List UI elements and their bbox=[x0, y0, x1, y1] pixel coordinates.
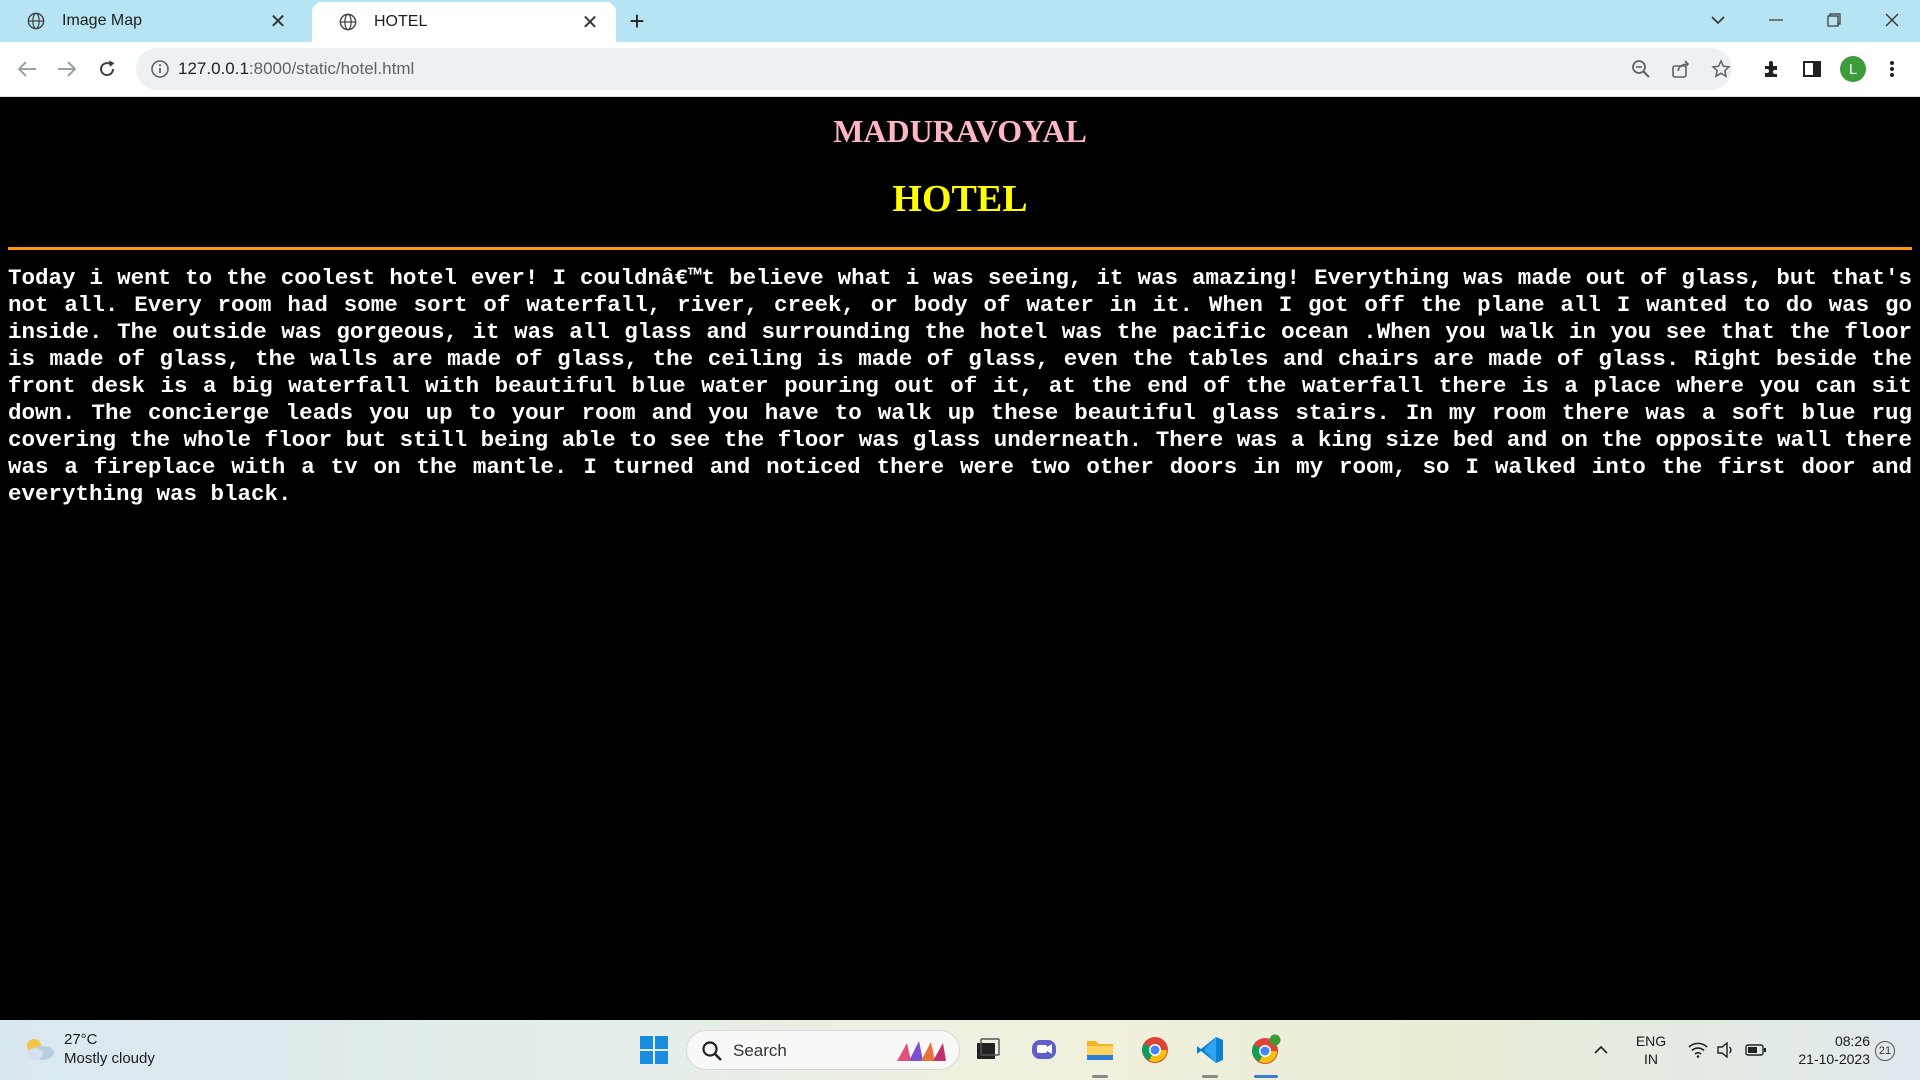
search-highlight-icon bbox=[897, 1041, 946, 1061]
close-window-icon[interactable] bbox=[1872, 0, 1912, 40]
horizontal-rule bbox=[8, 247, 1912, 250]
teams-chat-icon[interactable] bbox=[1026, 1032, 1062, 1068]
search-placeholder: Search bbox=[733, 1041, 787, 1060]
task-view-icon[interactable] bbox=[970, 1032, 1006, 1068]
story-paragraph: Today i went to the coolest hotel ever! … bbox=[8, 265, 1912, 507]
browser-toolbar: 127.0.0.1:8000/static/hotel.html L bbox=[0, 42, 1920, 97]
temperature: 27°C bbox=[64, 1031, 98, 1048]
volume-icon[interactable] bbox=[1712, 1020, 1740, 1080]
url-host: 127.0.0.1 bbox=[178, 59, 249, 78]
profile-avatar[interactable]: L bbox=[1840, 56, 1866, 82]
running-indicator bbox=[1092, 1075, 1108, 1078]
wifi-icon[interactable] bbox=[1684, 1020, 1712, 1080]
close-tab-icon[interactable]: ✕ bbox=[580, 12, 600, 34]
tab-hotel[interactable]: HOTEL ✕ bbox=[312, 2, 616, 42]
language-indicator[interactable]: ENG IN bbox=[1628, 1020, 1674, 1080]
new-tab-button[interactable]: + bbox=[623, 6, 651, 36]
taskbar-search[interactable]: Search bbox=[686, 1030, 960, 1070]
tab-title: Image Map bbox=[62, 12, 143, 29]
url-text[interactable]: 127.0.0.1:8000/static/hotel.html bbox=[178, 59, 414, 79]
search-icon bbox=[702, 1041, 722, 1061]
restore-icon[interactable] bbox=[1814, 0, 1854, 40]
browser-window: Image Map ✕ HOTEL ✕ + 127.0.0.1:8000/sta… bbox=[0, 0, 1920, 1080]
extensions-icon[interactable] bbox=[1760, 57, 1784, 81]
side-panel-icon[interactable] bbox=[1800, 57, 1824, 81]
site-info-icon[interactable] bbox=[150, 59, 170, 79]
page-content: MADURAVOYAL HOTEL Today i went to the co… bbox=[0, 97, 1920, 1020]
tab-strip: Image Map ✕ HOTEL ✕ + bbox=[0, 0, 1920, 42]
chrome-profile-icon[interactable] bbox=[1248, 1032, 1284, 1068]
taskbar: 27°C Mostly cloudy Search ENG IN 08:26 2… bbox=[0, 1020, 1920, 1080]
forward-arrow-icon[interactable] bbox=[50, 52, 84, 86]
tab-image-map[interactable]: Image Map ✕ bbox=[0, 0, 304, 42]
tab-title: HOTEL bbox=[374, 13, 428, 30]
notification-badge[interactable]: 21 bbox=[1875, 1041, 1895, 1061]
reload-icon[interactable] bbox=[90, 52, 124, 86]
chrome-icon[interactable] bbox=[1137, 1032, 1173, 1068]
clock[interactable]: 08:26 21-10-2023 bbox=[1780, 1020, 1870, 1080]
battery-icon[interactable] bbox=[1740, 1020, 1772, 1080]
hotel-heading: HOTEL bbox=[892, 178, 1028, 220]
date: 21-10-2023 bbox=[1798, 1051, 1870, 1067]
url-path: :8000/static/hotel.html bbox=[248, 59, 415, 78]
time: 08:26 bbox=[1834, 1033, 1870, 1049]
minimize-icon[interactable] bbox=[1756, 0, 1796, 40]
back-arrow-icon[interactable] bbox=[10, 52, 44, 86]
windows-icon bbox=[640, 1036, 668, 1064]
bookmark-star-icon[interactable] bbox=[1710, 58, 1732, 80]
weather-condition: Mostly cloudy bbox=[64, 1050, 155, 1067]
zoom-icon[interactable] bbox=[1630, 58, 1652, 80]
tab-search-icon[interactable] bbox=[1698, 0, 1738, 40]
running-indicator bbox=[1202, 1075, 1218, 1078]
language: ENG bbox=[1635, 1033, 1667, 1049]
city-heading: MADURAVOYAL bbox=[833, 113, 1087, 149]
close-tab-icon[interactable]: ✕ bbox=[268, 11, 288, 33]
file-explorer-icon[interactable] bbox=[1082, 1032, 1118, 1068]
weather-widget[interactable]: 27°C Mostly cloudy bbox=[22, 1030, 155, 1068]
more-menu-icon[interactable] bbox=[1880, 57, 1904, 81]
notification-count: 21 bbox=[1878, 1045, 1892, 1057]
start-button[interactable] bbox=[636, 1032, 672, 1068]
vscode-icon[interactable] bbox=[1192, 1032, 1228, 1068]
cloudy-weather-icon bbox=[27, 1039, 54, 1060]
share-icon[interactable] bbox=[1670, 58, 1692, 80]
globe-icon bbox=[26, 11, 46, 31]
show-hidden-icons[interactable] bbox=[1586, 1020, 1616, 1080]
profile-initial: L bbox=[1848, 60, 1858, 78]
region: IN bbox=[1644, 1051, 1658, 1067]
active-indicator bbox=[1254, 1075, 1278, 1078]
globe-icon bbox=[338, 12, 358, 32]
address-bar[interactable]: 127.0.0.1:8000/static/hotel.html bbox=[136, 48, 1732, 90]
